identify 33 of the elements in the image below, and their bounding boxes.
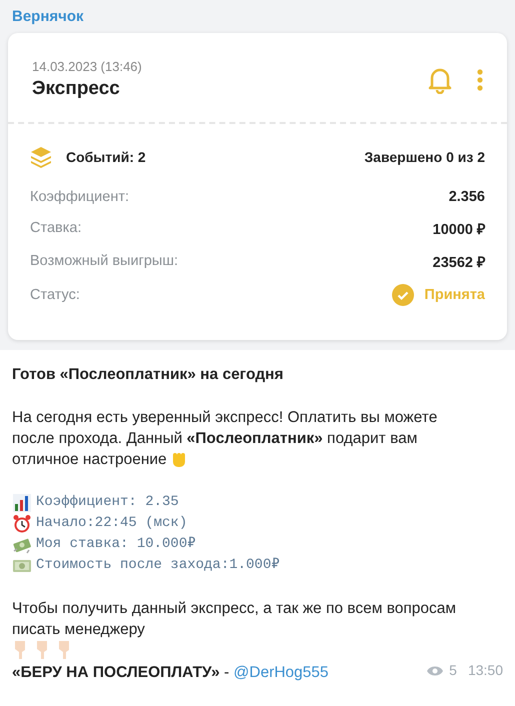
field-label: Статус: xyxy=(30,287,80,303)
alarm-clock-icon xyxy=(12,514,32,534)
bet-date: 14.03.2023 (13:46) xyxy=(32,59,143,74)
layers-icon xyxy=(30,146,52,168)
field-value: 10000 ₽ xyxy=(432,221,485,238)
detail-line: Стоимость после захода:1.000₽ xyxy=(36,556,280,575)
field-label: Коэффициент: xyxy=(30,189,130,205)
status-value: Принята xyxy=(424,287,485,303)
completed-count: Завершено 0 из 2 xyxy=(364,149,485,165)
message-paragraph: На сегодня есть уверенный экспресс! Оплатить вы можете после прохода. Данный «Послеоплатник» подарит вам отличное настроение xyxy=(12,408,438,470)
pointing-down-icon xyxy=(34,640,50,660)
contact-paragraph: Чтобы получить данный экспресс, а так же по всем вопросам писать менеджеру xyxy=(12,599,458,640)
pointing-down-icon xyxy=(56,640,72,660)
view-count: 5 xyxy=(449,661,457,680)
bet-title: Экспресс xyxy=(32,78,121,100)
eye-icon xyxy=(426,664,444,676)
field-value: 23562 ₽ xyxy=(432,254,485,271)
detail-line: Коэффициент: 2.35 xyxy=(36,493,179,512)
detail-line: Моя ставка: 10.000₽ xyxy=(36,535,196,554)
check-circle-icon xyxy=(392,284,414,306)
message-heading: Готов «Послеоплатник» на сегодня xyxy=(12,365,284,385)
pointing-down-icon xyxy=(12,640,28,660)
manager-link[interactable]: @DerHog555 xyxy=(234,664,329,681)
field-value: 2.356 xyxy=(448,189,485,205)
call-to-action: «БЕРУ НА ПОСЛЕОПЛАТУ» - @DerHog555 xyxy=(12,663,329,683)
field-label: Ставка: xyxy=(30,220,82,236)
channel-name[interactable]: Вернячок xyxy=(8,8,507,25)
bar-chart-icon xyxy=(12,492,32,512)
field-label: Возможный выигрыш: xyxy=(30,253,178,269)
message-time: 13:50 xyxy=(468,661,503,680)
more-icon[interactable] xyxy=(477,68,483,90)
events-count: Событий: 2 xyxy=(66,149,146,165)
detail-line: Начало:22:45 (мск) xyxy=(36,514,188,533)
